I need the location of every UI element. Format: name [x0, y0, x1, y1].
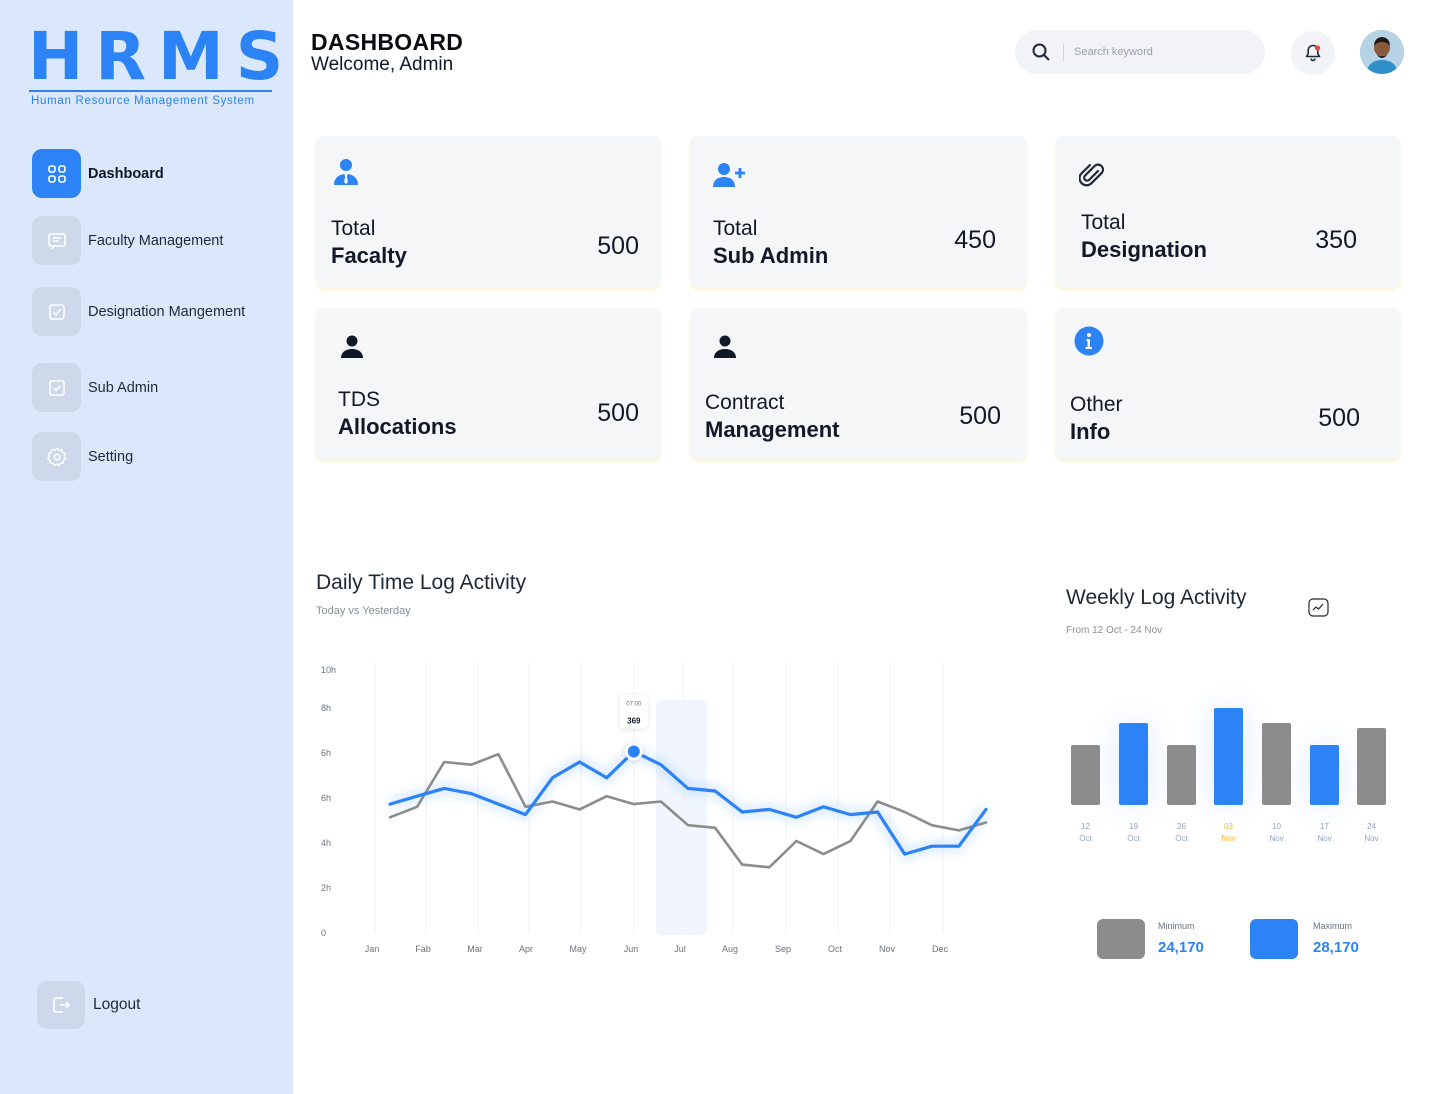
- y-tick-label: 10h: [321, 665, 336, 675]
- trend-icon[interactable]: [1308, 598, 1329, 622]
- x-tick-label: Dec: [932, 944, 949, 954]
- x-tick-label: Jun: [624, 944, 639, 954]
- tooltip-point[interactable]: [627, 745, 640, 758]
- legend-minimum-label: Minimum: [1158, 921, 1195, 931]
- daily-line-chart: 10h 8h 6h 6h 4h 2h 0 Jan Fab Mar Apr May Jun Jul Aug S…: [321, 662, 991, 954]
- y-tick-label: 8h: [321, 703, 331, 713]
- x-tick-label: Jul: [674, 944, 686, 954]
- x-tick-label: Jan: [365, 944, 380, 954]
- legend-maximum-swatch: [1250, 919, 1298, 959]
- x-tick-label: Aug: [722, 944, 738, 954]
- x-tick-label: Oct: [828, 944, 843, 954]
- weekly-chart-title: Weekly Log Activity: [1066, 586, 1247, 609]
- tooltip-time: 07:00: [626, 702, 642, 708]
- legend-minimum-value: 24,170: [1158, 939, 1204, 956]
- tooltip-value: 369: [627, 717, 641, 726]
- weekly-chart-subtitle: From 12 Oct - 24 Nov: [1066, 625, 1163, 636]
- y-tick-label: 0: [321, 928, 326, 938]
- highlight-column: [656, 700, 707, 935]
- x-tick-label: Sep: [775, 944, 791, 954]
- y-tick-label: 2h: [321, 883, 331, 893]
- y-tick-label: 4h: [321, 838, 331, 848]
- x-tick-label: Nov: [879, 944, 896, 954]
- y-tick-label: 6h: [321, 793, 331, 803]
- y-tick-label: 6h: [321, 748, 331, 758]
- x-tick-label: Apr: [519, 944, 533, 954]
- x-tick-label: Mar: [467, 944, 483, 954]
- legend-maximum-label: Maximum: [1313, 921, 1353, 931]
- legend-maximum-value: 28,170: [1313, 939, 1359, 956]
- legend-minimum-swatch: [1097, 919, 1145, 959]
- x-tick-label: May: [569, 944, 587, 954]
- x-tick-label: Fab: [415, 944, 431, 954]
